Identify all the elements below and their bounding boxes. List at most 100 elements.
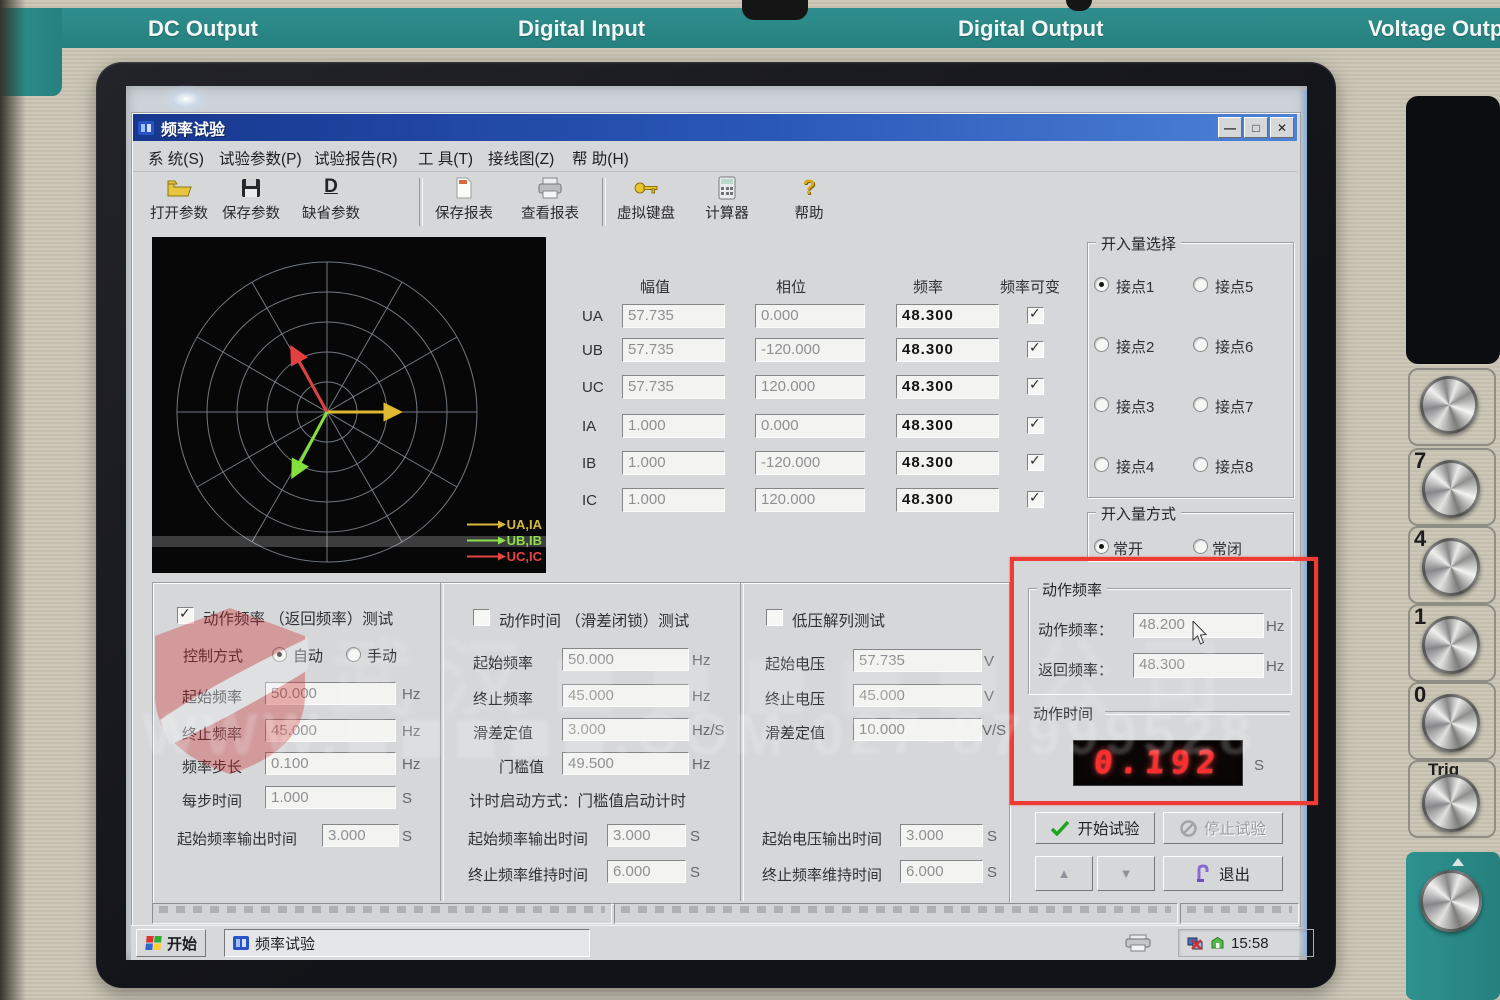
title-bar[interactable]: 频率试验 — □ ✕ bbox=[133, 114, 1297, 141]
step-time-input[interactable]: 1.000 bbox=[265, 786, 396, 809]
start-freq-output-time-input[interactable]: 3.000 bbox=[322, 824, 399, 847]
exit-button[interactable]: 退出 bbox=[1163, 856, 1283, 891]
freq-variable-checkbox[interactable] bbox=[1027, 489, 1044, 508]
amp-input[interactable]: 57.735 bbox=[622, 375, 725, 399]
unit-label: Hz bbox=[402, 686, 421, 703]
open-folder-icon bbox=[167, 180, 192, 197]
slip-setting-input[interactable]: 10.000 bbox=[853, 718, 982, 741]
timing-note: 计时启动方式：门槛值启动计时 bbox=[469, 793, 687, 810]
knob-button[interactable] bbox=[1420, 376, 1478, 434]
end-freq-hold-time-input[interactable]: 6.000 bbox=[900, 860, 983, 883]
start-voltage-input[interactable]: 57.735 bbox=[853, 649, 982, 672]
amp-input[interactable]: 1.000 bbox=[622, 451, 725, 475]
knob-button-4[interactable] bbox=[1422, 538, 1480, 596]
banner-dc-output: DC Output bbox=[148, 16, 258, 41]
field-label: 每步时间 bbox=[182, 793, 243, 810]
contact3-radio[interactable] bbox=[1094, 397, 1109, 412]
start-test-label: 开始试验 bbox=[1077, 821, 1140, 838]
contact8-radio[interactable] bbox=[1193, 457, 1208, 472]
default-params-button[interactable]: D 缺省参数 bbox=[289, 176, 373, 228]
knob-button-0[interactable] bbox=[1422, 694, 1480, 752]
normally-closed-radio[interactable] bbox=[1193, 539, 1208, 554]
freq-variable-checkbox[interactable] bbox=[1027, 415, 1044, 434]
save-report-button[interactable]: 保存报表 bbox=[422, 176, 506, 228]
freq-input[interactable]: 48.300 bbox=[896, 414, 999, 438]
virtual-keyboard-button[interactable]: 虚拟键盘 bbox=[604, 176, 688, 228]
phase-input[interactable]: 0.000 bbox=[755, 414, 865, 438]
up-button[interactable]: ▲ bbox=[1035, 856, 1093, 891]
phase-input[interactable]: 120.000 bbox=[755, 375, 865, 399]
freq-variable-checkbox[interactable] bbox=[1027, 339, 1044, 358]
menu-system[interactable]: 系 统(S) bbox=[148, 147, 204, 169]
test2-title: 动作时间 （滑差闭锁）测试 bbox=[499, 613, 690, 630]
network-error-icon[interactable] bbox=[1187, 936, 1204, 951]
banner-voltage-output: Voltage Output bbox=[1368, 16, 1500, 41]
clock[interactable]: 15:58 bbox=[1231, 935, 1269, 952]
menu-help[interactable]: 帮 助(H) bbox=[572, 147, 629, 169]
row-label: UC bbox=[582, 379, 604, 396]
start-menu-button[interactable]: 开始 bbox=[136, 929, 207, 957]
amp-input[interactable]: 1.000 bbox=[622, 414, 725, 438]
freq-input[interactable]: 48.300 bbox=[896, 375, 999, 399]
amp-input[interactable]: 1.000 bbox=[622, 488, 725, 512]
phase-input[interactable]: 0.000 bbox=[755, 304, 865, 328]
task-button-frequency-test[interactable]: 频率试验 bbox=[224, 929, 590, 957]
end-freq-input[interactable]: 45.000 bbox=[562, 684, 689, 707]
start-test-button[interactable]: 开始试验 bbox=[1035, 812, 1155, 844]
stop-test-button[interactable]: 停止试验 bbox=[1163, 812, 1283, 844]
field-label: 起始频率输出时间 bbox=[468, 831, 589, 848]
status-segment bbox=[614, 903, 1178, 924]
end-voltage-input[interactable]: 45.000 bbox=[853, 684, 982, 707]
calculator-button[interactable]: 计算器 bbox=[685, 176, 769, 228]
freq-variable-checkbox[interactable] bbox=[1027, 305, 1044, 324]
threshold-input[interactable]: 49.500 bbox=[562, 752, 689, 775]
key-icon bbox=[634, 182, 658, 194]
taskbar-printer-icon[interactable] bbox=[1124, 934, 1152, 952]
help-button[interactable]: ? 帮助 bbox=[767, 176, 851, 228]
tray-green-icon[interactable] bbox=[1210, 936, 1225, 951]
amp-input[interactable]: 57.735 bbox=[622, 304, 725, 328]
amp-input[interactable]: 57.735 bbox=[622, 338, 725, 362]
menu-wiring-diagram[interactable]: 接线图(Z) bbox=[488, 147, 554, 169]
start-voltage-output-time-input[interactable]: 3.000 bbox=[900, 824, 983, 847]
view-report-button[interactable]: 查看报表 bbox=[508, 176, 592, 228]
normally-open-radio[interactable] bbox=[1094, 539, 1109, 554]
contact7-radio[interactable] bbox=[1193, 397, 1208, 412]
contact4-radio[interactable] bbox=[1094, 457, 1109, 472]
knob-button-trig[interactable] bbox=[1422, 774, 1480, 832]
start-freq-output-time-input[interactable]: 3.000 bbox=[607, 824, 686, 847]
maximize-button[interactable]: □ bbox=[1244, 117, 1268, 138]
down-button[interactable]: ▼ bbox=[1097, 856, 1155, 891]
contact2-label: 接点2 bbox=[1116, 339, 1155, 356]
start-freq-input[interactable]: 50.000 bbox=[562, 648, 689, 671]
contact5-radio[interactable] bbox=[1193, 277, 1208, 292]
test2-checkbox[interactable] bbox=[473, 609, 490, 626]
field-label: 门槛值 bbox=[499, 759, 545, 776]
field-label: 终止频率维持时间 bbox=[468, 867, 589, 884]
contact1-radio[interactable] bbox=[1094, 277, 1109, 292]
menu-test-report[interactable]: 试验报告(R) bbox=[314, 147, 398, 169]
manual-radio[interactable] bbox=[346, 647, 361, 662]
freq-input[interactable]: 48.300 bbox=[896, 488, 999, 512]
phase-input[interactable]: -120.000 bbox=[755, 338, 865, 362]
minimize-button[interactable]: — bbox=[1218, 117, 1242, 138]
knob-button-1[interactable] bbox=[1422, 616, 1480, 674]
freq-variable-checkbox[interactable] bbox=[1027, 452, 1044, 471]
freq-input[interactable]: 48.300 bbox=[896, 451, 999, 475]
end-freq-hold-time-input[interactable]: 6.000 bbox=[607, 860, 686, 883]
test3-checkbox[interactable] bbox=[766, 609, 783, 626]
menu-tools[interactable]: 工 具(T) bbox=[418, 147, 473, 169]
save-params-button[interactable]: 保存参数 bbox=[209, 176, 293, 228]
knob-button-7[interactable] bbox=[1422, 460, 1480, 518]
contact2-radio[interactable] bbox=[1094, 337, 1109, 352]
freq-input[interactable]: 48.300 bbox=[896, 338, 999, 362]
teal-knob-button[interactable] bbox=[1420, 870, 1482, 932]
freq-input[interactable]: 48.300 bbox=[896, 304, 999, 328]
phase-input[interactable]: 120.000 bbox=[755, 488, 865, 512]
contact6-radio[interactable] bbox=[1193, 337, 1208, 352]
menu-test-params[interactable]: 试验参数(P) bbox=[219, 147, 302, 169]
freq-variable-checkbox[interactable] bbox=[1027, 376, 1044, 395]
phase-input[interactable]: -120.000 bbox=[755, 451, 865, 475]
close-button[interactable]: ✕ bbox=[1270, 117, 1294, 138]
slip-setting-input[interactable]: 3.000 bbox=[562, 718, 689, 741]
